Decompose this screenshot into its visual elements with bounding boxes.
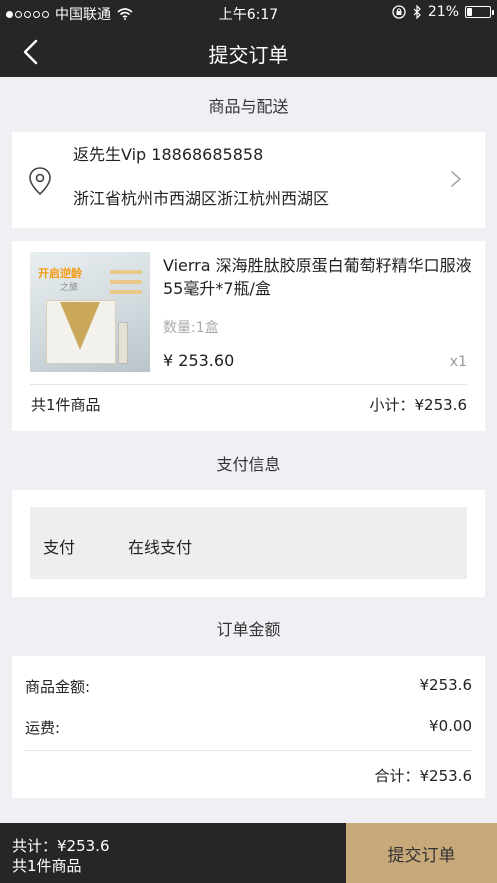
product-image-bars <box>110 270 142 300</box>
payment-card: 支付 在线支付 <box>12 490 485 597</box>
payment-method-row[interactable]: 支付 在线支付 <box>30 507 467 579</box>
payment-method: 在线支付 <box>128 538 193 557</box>
bottom-total: 共计：¥253.6 <box>12 837 110 855</box>
address-card[interactable]: 返先生Vip 18868685858 浙江省杭州市西湖区浙江杭州西湖区 <box>12 132 485 228</box>
payment-label: 支付 <box>43 538 76 557</box>
battery-icon <box>465 6 494 18</box>
product-quantity: 数量:1盒 <box>163 320 219 336</box>
submit-order-button[interactable]: 提交订单 <box>346 823 497 883</box>
product-count: x1 <box>449 354 467 370</box>
goods-amount-label: 商品金额: <box>25 678 91 696</box>
status-bar: 中国联通 上午6:17 21% <box>0 0 497 26</box>
status-right: 21% <box>392 4 494 20</box>
product-image-text: 开启逆龄 <box>38 267 82 280</box>
product-bottle-graphic <box>118 322 128 364</box>
chevron-right-icon <box>451 171 461 187</box>
section-goods-delivery: 商品与配送 <box>208 97 289 116</box>
product-card: 开启逆龄 之旅 Vierra 深海胜肽胶原蛋白葡萄籽精华口服液 55毫升*7瓶/… <box>12 241 485 431</box>
product-total-items: 共1件商品 <box>31 396 101 414</box>
location-pin-icon <box>29 167 51 196</box>
section-payment-info: 支付信息 <box>216 455 281 474</box>
section-order-amount: 订单金额 <box>216 620 281 639</box>
shipping-label: 运费: <box>25 719 61 737</box>
address-name-phone: 返先生Vip 18868685858 <box>73 145 264 164</box>
divider <box>25 750 472 751</box>
address-detail: 浙江省杭州市西湖区浙江杭州西湖区 <box>73 189 330 208</box>
bottom-item-count: 共1件商品 <box>12 857 82 875</box>
shipping-value: ¥0.00 <box>429 717 472 735</box>
bottom-bar: 共计：¥253.6 共1件商品 提交订单 <box>0 823 497 883</box>
rotation-lock-icon <box>392 5 406 19</box>
nav-bar: 提交订单 <box>0 26 497 77</box>
product-price: ¥ 253.60 <box>163 351 235 370</box>
divider <box>30 384 467 385</box>
product-name[interactable]: Vierra 深海胜肽胶原蛋白葡萄籽精华口服液 55毫升*7瓶/盒 <box>163 254 473 300</box>
goods-amount-value: ¥253.6 <box>419 676 473 694</box>
page-title: 提交订单 <box>208 43 289 67</box>
product-subtotal: 小计：¥253.6 <box>369 396 468 414</box>
amount-card: 商品金额: ¥253.6 运费: ¥0.00 合计：¥253.6 <box>12 656 485 798</box>
product-logo-graphic <box>60 302 100 350</box>
bluetooth-icon <box>413 5 421 19</box>
order-total: 合计：¥253.6 <box>374 767 473 785</box>
product-image[interactable]: 开启逆龄 之旅 <box>30 252 150 372</box>
product-image-subtext: 之旅 <box>60 283 79 293</box>
battery-percent: 21% <box>427 4 459 20</box>
